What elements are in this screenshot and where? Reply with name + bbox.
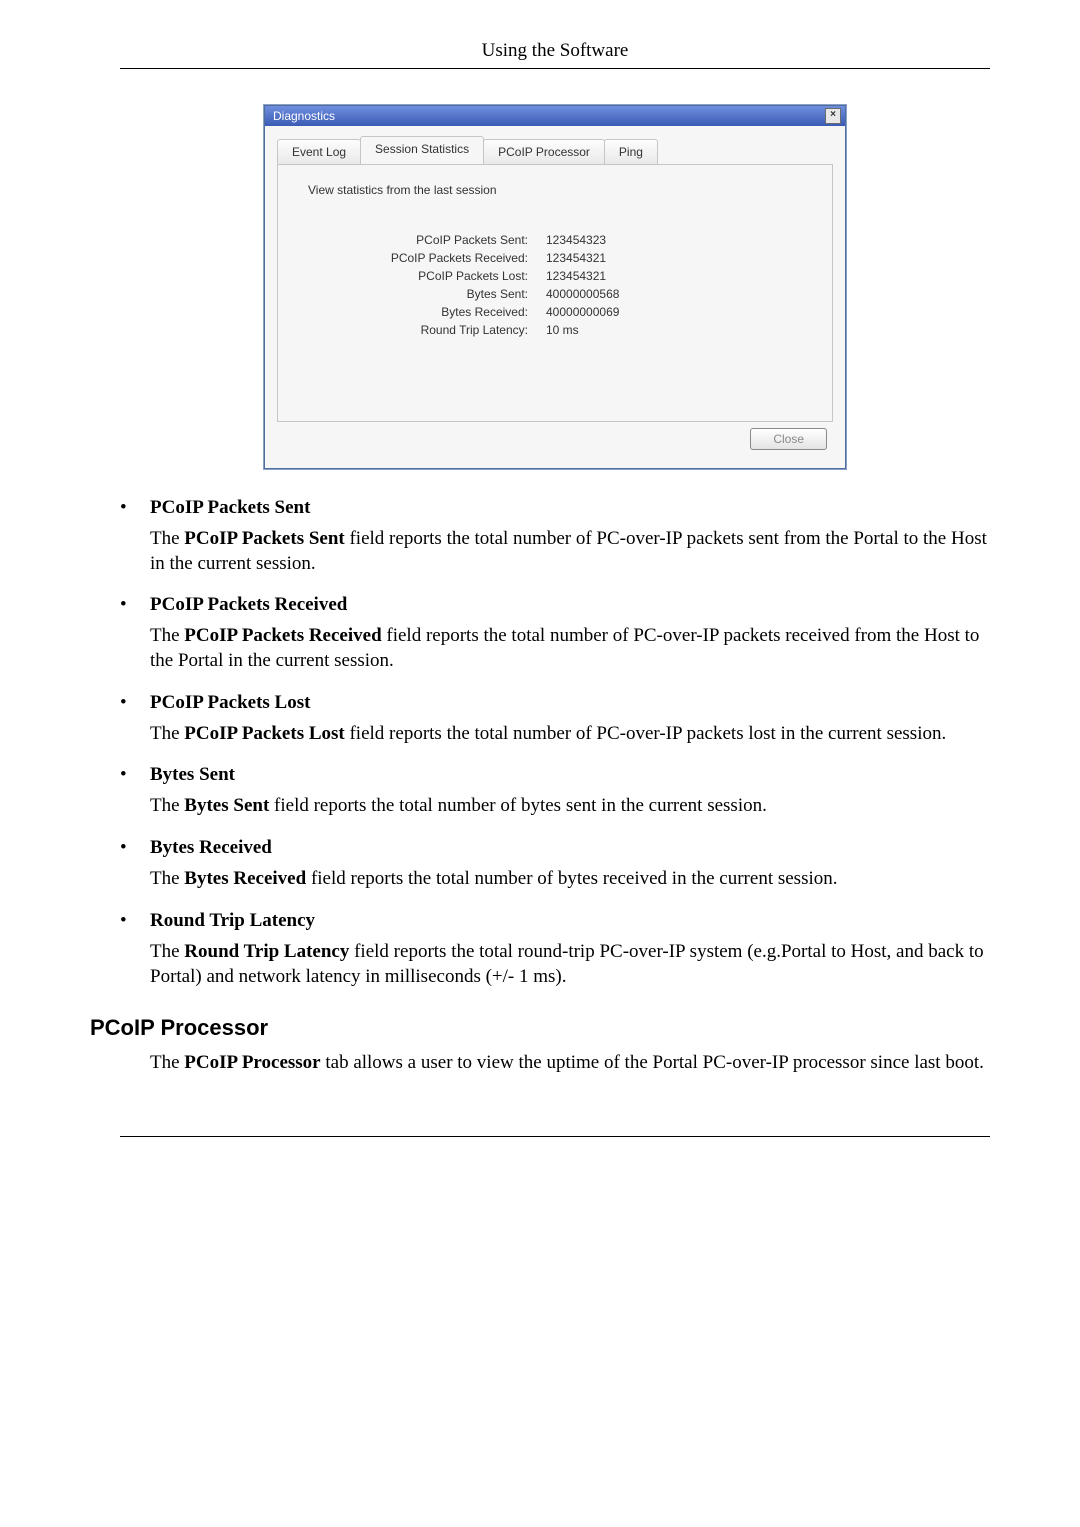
body-pre: The (150, 1052, 184, 1073)
tab-ping[interactable]: Ping (604, 139, 658, 164)
list-item: • PCoIP Packets Sent The PCoIP Packets S… (120, 497, 990, 576)
body-pre: The (150, 795, 184, 816)
body-post: field reports the total number of bytes … (269, 795, 767, 816)
stat-row: Round Trip Latency: 10 ms (298, 323, 812, 337)
bullet-icon: • (120, 497, 150, 519)
body-post: field reports the total number of bytes … (306, 868, 837, 889)
body-pre: The (150, 941, 184, 962)
tab-pcoip-processor[interactable]: PCoIP Processor (483, 139, 605, 164)
bullet-title: PCoIP Packets Sent (150, 497, 310, 519)
bullet-body: The PCoIP Packets Received field reports… (150, 624, 990, 673)
stat-label: PCoIP Packets Lost: (298, 269, 546, 283)
body-bold: Bytes Sent (184, 795, 269, 816)
list-item: • Round Trip Latency The Round Trip Late… (120, 910, 990, 989)
bullet-title: PCoIP Packets Received (150, 594, 347, 616)
stat-row: Bytes Sent: 40000000568 (298, 287, 812, 301)
close-button[interactable]: Close (750, 428, 827, 450)
stat-label: PCoIP Packets Received: (298, 251, 546, 265)
dialog-body: Event Log Session Statistics PCoIP Proce… (265, 126, 845, 468)
body-pre: The (150, 868, 184, 889)
stat-label: Round Trip Latency: (298, 323, 546, 337)
list-item: • Bytes Sent The Bytes Sent field report… (120, 764, 990, 819)
stat-row: PCoIP Packets Received: 123454321 (298, 251, 812, 265)
stat-row: Bytes Received: 40000000069 (298, 305, 812, 319)
bullet-body: The Bytes Received field reports the tot… (150, 867, 990, 892)
list-item: • PCoIP Packets Lost The PCoIP Packets L… (120, 692, 990, 747)
stat-value: 10 ms (546, 323, 579, 337)
list-item: • Bytes Received The Bytes Received fiel… (120, 837, 990, 892)
stat-value: 123454321 (546, 269, 606, 283)
stat-label: Bytes Received: (298, 305, 546, 319)
stat-value: 123454323 (546, 233, 606, 247)
bullet-title: Bytes Received (150, 837, 272, 859)
bullet-title: Bytes Sent (150, 764, 235, 786)
bullet-body: The PCoIP Packets Sent field reports the… (150, 527, 990, 576)
body-bold: PCoIP Packets Sent (184, 528, 344, 549)
stat-row: PCoIP Packets Sent: 123454323 (298, 233, 812, 247)
page-header: Using the Software (120, 40, 990, 62)
bullet-title: Round Trip Latency (150, 910, 315, 932)
bullet-body: The Round Trip Latency field reports the… (150, 940, 990, 989)
diagnostics-dialog: Diagnostics × Event Log Session Statisti… (264, 105, 846, 469)
footer-rule (120, 1136, 990, 1137)
header-rule (120, 68, 990, 69)
section-body: The PCoIP Processor tab allows a user to… (150, 1051, 990, 1076)
body-post: tab allows a user to view the uptime of … (321, 1052, 984, 1073)
bullet-icon: • (120, 692, 150, 714)
tab-event-log[interactable]: Event Log (277, 139, 361, 164)
stat-row: PCoIP Packets Lost: 123454321 (298, 269, 812, 283)
bullet-list: • PCoIP Packets Sent The PCoIP Packets S… (120, 497, 990, 989)
bullet-icon: • (120, 910, 150, 932)
tab-session-statistics[interactable]: Session Statistics (360, 136, 484, 164)
stat-label: PCoIP Packets Sent: (298, 233, 546, 247)
tab-content: View statistics from the last session PC… (277, 165, 833, 422)
body-bold: PCoIP Processor (184, 1052, 320, 1073)
stat-value: 40000000069 (546, 305, 619, 319)
section-heading: PCoIP Processor (90, 1015, 990, 1041)
stat-value: 123454321 (546, 251, 606, 265)
tab-strip: Event Log Session Statistics PCoIP Proce… (277, 136, 833, 165)
dialog-title: Diagnostics (273, 109, 335, 123)
body-bold: Round Trip Latency (184, 941, 349, 962)
close-icon[interactable]: × (825, 108, 841, 124)
body-pre: The (150, 723, 184, 744)
dialog-button-bar: Close (277, 422, 833, 458)
bullet-icon: • (120, 837, 150, 859)
bullet-body: The Bytes Sent field reports the total n… (150, 794, 990, 819)
bullet-icon: • (120, 764, 150, 786)
body-pre: The (150, 625, 184, 646)
body-post: field reports the total number of PC-ove… (345, 723, 947, 744)
body-pre: The (150, 528, 184, 549)
stat-label: Bytes Sent: (298, 287, 546, 301)
body-bold: Bytes Received (184, 868, 306, 889)
bullet-title: PCoIP Packets Lost (150, 692, 310, 714)
bullet-body: The PCoIP Packets Lost field reports the… (150, 722, 990, 747)
body-bold: PCoIP Packets Lost (184, 723, 344, 744)
bullet-icon: • (120, 594, 150, 616)
body-bold: PCoIP Packets Received (184, 625, 381, 646)
dialog-titlebar: Diagnostics × (265, 106, 845, 126)
tab-description: View statistics from the last session (308, 183, 812, 197)
list-item: • PCoIP Packets Received The PCoIP Packe… (120, 594, 990, 673)
stat-value: 40000000568 (546, 287, 619, 301)
